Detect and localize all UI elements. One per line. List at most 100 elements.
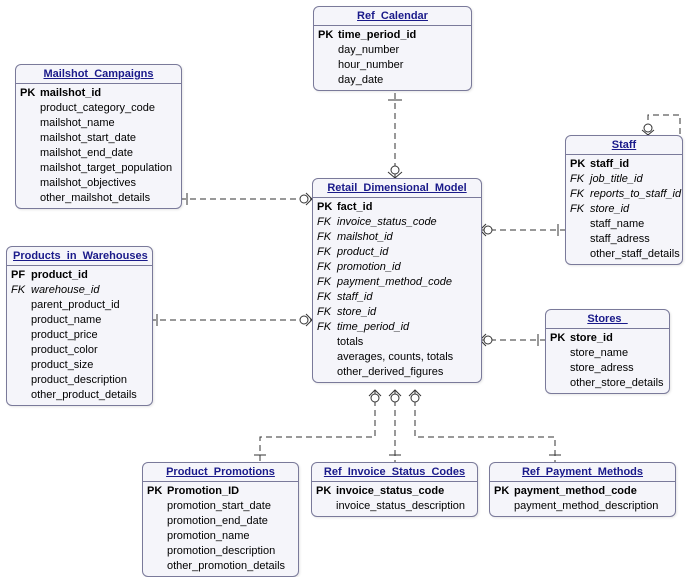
attribute-row: staff_adress — [566, 232, 682, 247]
attribute-row: product_color — [7, 343, 152, 358]
attribute-name: mailshot_end_date — [40, 146, 133, 161]
attribute-name: store_id — [590, 202, 629, 217]
attribute-name: time_period_id — [337, 320, 409, 335]
key-indicator — [317, 365, 337, 380]
key-indicator: PK — [550, 331, 570, 346]
attribute-name: staff_id — [337, 290, 372, 305]
attribute-name: day_date — [338, 73, 383, 88]
attribute-row: PKpayment_method_code — [490, 484, 675, 499]
attribute-row: mailshot_name — [16, 116, 181, 131]
attribute-name: staff_adress — [590, 232, 650, 247]
attribute-row: FKpayment_method_code — [313, 275, 481, 290]
key-indicator — [550, 346, 570, 361]
attribute-row: PKmailshot_id — [16, 86, 181, 101]
attribute-name: fact_id — [337, 200, 372, 215]
attribute-name: other_derived_figures — [337, 365, 443, 380]
attribute-row: mailshot_objectives — [16, 176, 181, 191]
attribute-row: invoice_status_description — [312, 499, 477, 514]
attribute-name: invoice_status_code — [336, 484, 444, 499]
key-indicator — [318, 73, 338, 88]
attribute-name: warehouse_id — [31, 283, 100, 298]
attribute-name: time_period_id — [338, 28, 416, 43]
entity-ref-calendar: Ref_Calendar PKtime_period_idday_numberh… — [313, 6, 472, 91]
key-indicator — [147, 559, 167, 574]
attribute-name: product_description — [31, 373, 127, 388]
attribute-name: other_product_details — [31, 388, 137, 403]
key-indicator — [317, 335, 337, 350]
attribute-name: Promotion_ID — [167, 484, 239, 499]
attribute-row: parent_product_id — [7, 298, 152, 313]
key-indicator — [147, 529, 167, 544]
key-indicator — [11, 358, 31, 373]
attribute-name: mailshot_id — [40, 86, 101, 101]
key-indicator — [317, 350, 337, 365]
key-indicator: PK — [147, 484, 167, 499]
key-indicator: PF — [11, 268, 31, 283]
attribute-row: FKmailshot_id — [313, 230, 481, 245]
attribute-name: parent_product_id — [31, 298, 120, 313]
key-indicator — [20, 101, 40, 116]
entity-title: Product_Promotions — [143, 463, 298, 482]
key-indicator — [147, 499, 167, 514]
entity-ref-invoice-status-codes: Ref_Invoice_Status_Codes PKinvoice_statu… — [311, 462, 478, 517]
attribute-row: promotion_description — [143, 544, 298, 559]
key-indicator: PK — [316, 484, 336, 499]
key-indicator: FK — [317, 260, 337, 275]
key-indicator: FK — [317, 320, 337, 335]
attribute-row: mailshot_start_date — [16, 131, 181, 146]
attribute-name: mailshot_start_date — [40, 131, 136, 146]
attribute-name: store_adress — [570, 361, 634, 376]
attribute-name: promotion_end_date — [167, 514, 268, 529]
attribute-name: promotion_id — [337, 260, 401, 275]
attribute-name: promotion_start_date — [167, 499, 271, 514]
attribute-name: store_id — [337, 305, 376, 320]
attribute-row: FKtime_period_id — [313, 320, 481, 335]
entity-body: PKmailshot_idproduct_category_codemailsh… — [16, 84, 181, 208]
key-indicator — [11, 298, 31, 313]
entity-body: PKinvoice_status_codeinvoice_status_desc… — [312, 482, 477, 516]
key-indicator: FK — [317, 215, 337, 230]
attribute-row: day_number — [314, 43, 471, 58]
key-indicator: PK — [570, 157, 590, 172]
attribute-row: payment_method_description — [490, 499, 675, 514]
attribute-row: promotion_end_date — [143, 514, 298, 529]
key-indicator — [147, 514, 167, 529]
entity-stores: Stores_ PKstore_idstore_namestore_adress… — [545, 309, 670, 394]
key-indicator — [11, 343, 31, 358]
key-indicator: FK — [570, 202, 590, 217]
key-indicator — [147, 544, 167, 559]
key-indicator — [494, 499, 514, 514]
attribute-name: invoice_status_code — [337, 215, 437, 230]
attribute-name: day_number — [338, 43, 399, 58]
attribute-name: staff_id — [590, 157, 629, 172]
attribute-row: promotion_name — [143, 529, 298, 544]
attribute-row: store_adress — [546, 361, 669, 376]
attribute-name: job_title_id — [590, 172, 643, 187]
attribute-row: PKfact_id — [313, 200, 481, 215]
attribute-row: FKstore_id — [313, 305, 481, 320]
attribute-name: staff_name — [590, 217, 644, 232]
key-indicator: FK — [317, 290, 337, 305]
entity-ref-payment-methods: Ref_Payment_Methods PKpayment_method_cod… — [489, 462, 676, 517]
attribute-row: totals — [313, 335, 481, 350]
attribute-row: FKinvoice_status_code — [313, 215, 481, 230]
entity-title: Ref_Calendar — [314, 7, 471, 26]
attribute-row: product_price — [7, 328, 152, 343]
attribute-name: product_id — [31, 268, 88, 283]
attribute-name: promotion_name — [167, 529, 250, 544]
attribute-row: other_product_details — [7, 388, 152, 403]
entity-staff: Staff PKstaff_idFKjob_title_idFKreports_… — [565, 135, 683, 265]
entity-title: Ref_Payment_Methods — [490, 463, 675, 482]
key-indicator — [550, 361, 570, 376]
attribute-name: other_store_details — [570, 376, 664, 391]
attribute-name: mailshot_id — [337, 230, 393, 245]
attribute-row: PKstaff_id — [566, 157, 682, 172]
attribute-name: mailshot_target_population — [40, 161, 172, 176]
attribute-row: PKPromotion_ID — [143, 484, 298, 499]
attribute-row: other_mailshot_details — [16, 191, 181, 206]
attribute-row: other_derived_figures — [313, 365, 481, 380]
attribute-name: other_staff_details — [590, 247, 680, 262]
entity-products-in-warehouses: Products_in_Warehouses PFproduct_idFKwar… — [6, 246, 153, 406]
key-indicator: FK — [317, 275, 337, 290]
key-indicator — [20, 131, 40, 146]
